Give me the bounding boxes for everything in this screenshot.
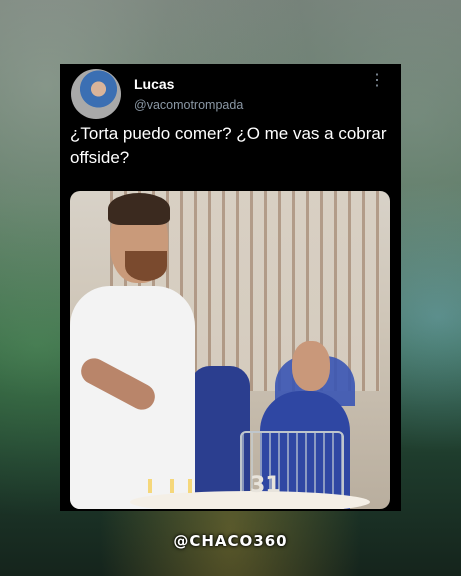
candle-3 (188, 479, 192, 493)
candle-1 (148, 479, 152, 493)
display-name[interactable]: Lucas (134, 76, 174, 92)
photo-main-beard (125, 251, 167, 281)
photo-main-hair (108, 193, 170, 225)
cake-number-candle: 31 (250, 473, 281, 498)
tweet-photo[interactable]: 31 (70, 191, 390, 509)
watermark: @CHACO360 (173, 532, 288, 550)
user-handle[interactable]: @vacomotrompada (134, 98, 243, 112)
tweet-text: ¿Torta puedo comer? ¿O me vas a cobrar o… (70, 124, 387, 167)
candle-2 (170, 479, 174, 493)
tweet-card: Lucas @vacomotrompada ⋮ ¿Torta puedo com… (60, 64, 401, 511)
more-options-icon[interactable]: ⋮ (369, 73, 385, 89)
photo-player-head (292, 341, 330, 391)
avatar[interactable] (71, 69, 121, 119)
